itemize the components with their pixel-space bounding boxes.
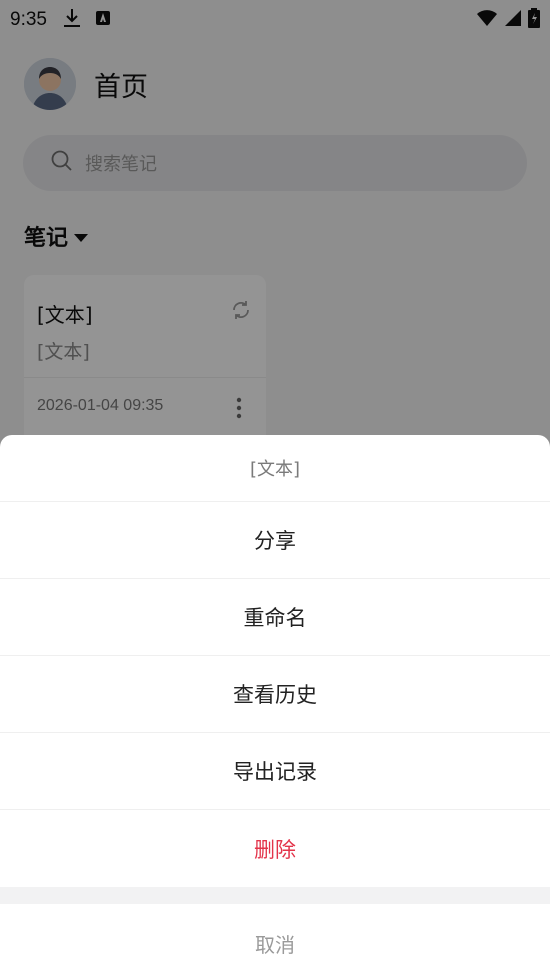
action-sheet: [文本] 分享 重命名 查看历史 导出记录 删除 取消 (0, 435, 550, 976)
delete-button[interactable]: 删除 (0, 810, 550, 887)
export-records-button[interactable]: 导出记录 (0, 733, 550, 810)
share-button[interactable]: 分享 (0, 502, 550, 579)
action-sheet-title: [文本] (0, 435, 550, 502)
cancel-button[interactable]: 取消 (0, 904, 550, 976)
rename-button[interactable]: 重命名 (0, 579, 550, 656)
sheet-separator (0, 887, 550, 904)
view-history-button[interactable]: 查看历史 (0, 656, 550, 733)
